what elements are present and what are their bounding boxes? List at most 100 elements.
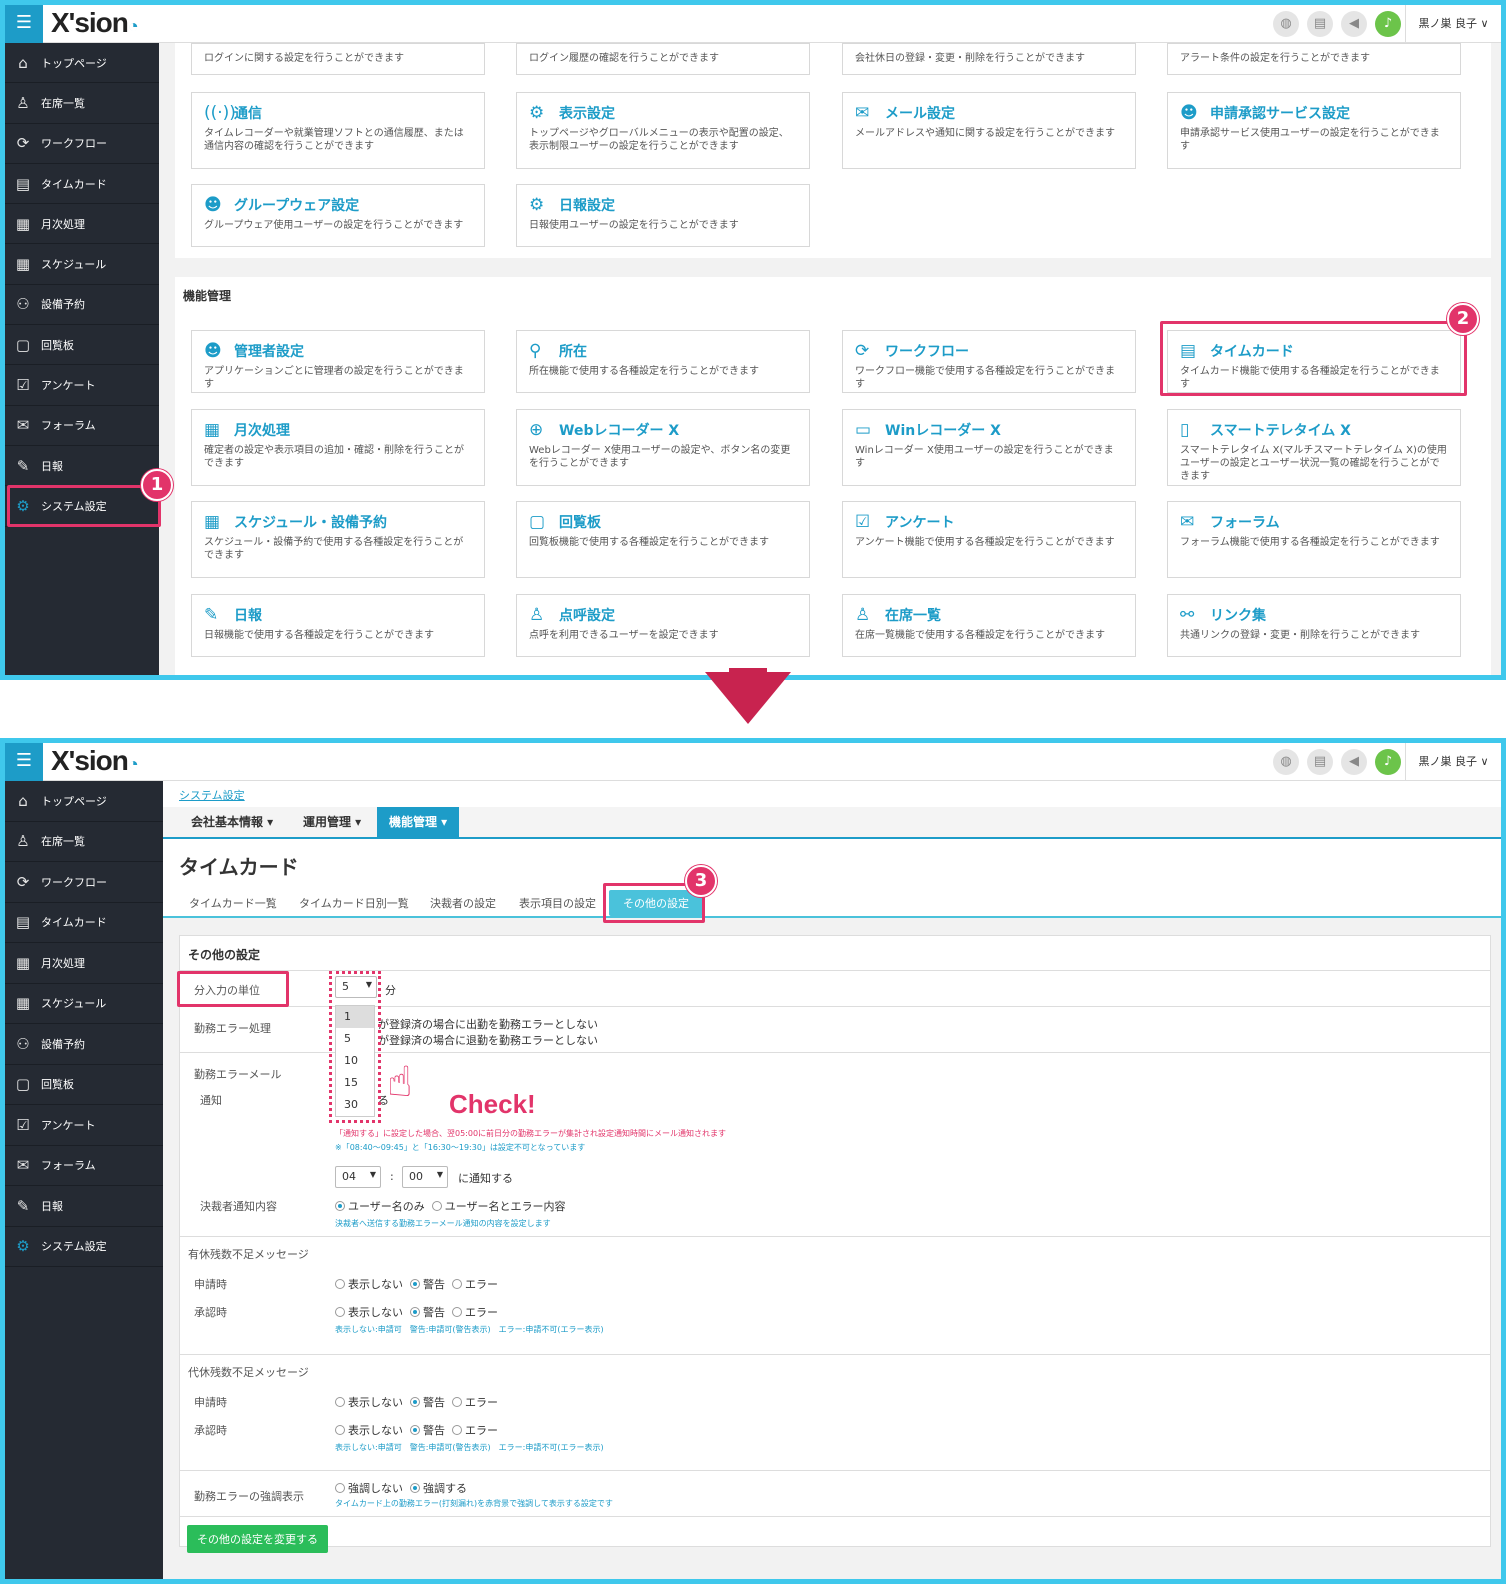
tab-approver[interactable]: 決裁者の設定 [430, 895, 496, 911]
sidebar-item[interactable]: ▢ 回覧板 [5, 1065, 163, 1105]
user-menu[interactable]: 黒ノ巣 良子 ∨ [1405, 5, 1501, 43]
sidebar-item[interactable]: ⟳ ワークフロー [5, 862, 163, 903]
bell-icon[interactable]: ♪ [1375, 749, 1401, 775]
sidebar-item[interactable]: ☑ アンケート [5, 1105, 163, 1146]
breadcrumb-link[interactable]: システム設定 [179, 789, 245, 802]
settings-card[interactable]: ▢ 回覧板 回覧板機能で使用する各種設定を行うことができます [516, 501, 810, 578]
card-title[interactable]: メール設定 [885, 103, 955, 123]
sidebar-item[interactable]: ⚇ 設備予約 [5, 285, 159, 326]
radio-error[interactable] [452, 1425, 462, 1435]
card-title[interactable]: リンク集 [1210, 605, 1266, 625]
settings-card[interactable]: ((·)) 通信 タイムレコーダーや就業管理ソフトとの通信履歴、または通信内容の確認… [191, 92, 485, 169]
sidebar-item[interactable]: ▦ スケジュール [5, 244, 159, 285]
card-title[interactable]: 通信 [234, 103, 262, 123]
card-title[interactable]: ワークフロー [885, 341, 969, 361]
settings-card[interactable]: ▦ 月次処理 確定者の設定や表示項目の追加・確認・削除を行うことができます [191, 409, 485, 486]
card-title[interactable]: 管理者設定 [234, 341, 304, 361]
sidebar-item[interactable]: ✎ 日報 [5, 1186, 163, 1227]
radio-warn[interactable] [410, 1397, 420, 1407]
bell-icon[interactable]: ♪ [1375, 11, 1401, 37]
card-title[interactable]: 申請承認サービス設定 [1210, 103, 1350, 123]
sidebar-item[interactable]: ▤ タイムカード [5, 903, 163, 943]
settings-card[interactable]: ☻ 申請承認サービス設定 申請承認サービス使用ユーザーの設定を行うことができます [1167, 92, 1461, 169]
sidebar-item[interactable]: ▤ タイムカード [5, 164, 159, 205]
card-title[interactable]: 表示設定 [559, 103, 615, 123]
tab-timecard-daily[interactable]: タイムカード日別一覧 [299, 895, 409, 911]
radio-error[interactable] [452, 1307, 462, 1317]
sidebar-item[interactable]: ▦ 月次処理 [5, 943, 163, 984]
card-title[interactable]: 所在 [559, 341, 587, 361]
card-partial[interactable]: ログインに関する設定を行うことができます [191, 43, 485, 75]
settings-card[interactable]: ♙ 在席一覧 在席一覧機能で使用する各種設定を行うことができます [842, 594, 1136, 657]
settings-card[interactable]: ✉ フォーラム フォーラム機能で使用する各種設定を行うことができます [1167, 501, 1461, 578]
radio-warn[interactable] [410, 1307, 420, 1317]
hour-select[interactable]: 04 ▼ [335, 1166, 381, 1188]
megaphone-icon[interactable]: ◀ [1341, 749, 1367, 775]
settings-card[interactable]: ⟳ ワークフロー ワークフロー機能で使用する各種設定を行うことができます [842, 330, 1136, 393]
card-title[interactable]: 日報設定 [559, 195, 615, 215]
radio-error[interactable] [452, 1279, 462, 1289]
sidebar-item[interactable]: ⟳ ワークフロー [5, 124, 159, 164]
menu-toggle-icon[interactable]: ☰ [5, 743, 43, 781]
sidebar-item[interactable]: ♙ 在席一覧 [5, 822, 163, 862]
radio-warn[interactable] [410, 1279, 420, 1289]
card-title[interactable]: Winレコーダー X [885, 420, 1001, 440]
card-title[interactable]: Webレコーダー X [559, 420, 679, 440]
app-logo[interactable]: X'sion◔ [51, 7, 139, 39]
card-title[interactable]: アンケート [885, 512, 954, 532]
radio-hide[interactable] [335, 1279, 345, 1289]
settings-card[interactable]: ▯ スマートテレタイム X スマートテレタイム X(マルチスマートテレタイム X)の… [1167, 409, 1461, 486]
card-partial[interactable]: ログイン履歴の確認を行うことができます [516, 43, 810, 75]
nav-function[interactable]: 機能管理 ▾ [377, 807, 460, 837]
settings-card[interactable]: ⊕ Webレコーダー X Webレコーダー X使用ユーザーの設定や、ボタン名の変更を… [516, 409, 810, 486]
notepad-icon[interactable]: ▤ [1307, 11, 1333, 37]
settings-card[interactable]: ⚲ 所在 所在機能で使用する各種設定を行うことができます [516, 330, 810, 393]
sidebar-item[interactable]: ♙ 在席一覧 [5, 83, 159, 124]
card-title[interactable]: フォーラム [1210, 512, 1280, 532]
submit-button[interactable]: その他の設定を変更する [187, 1525, 328, 1553]
radio-user-only[interactable] [335, 1201, 345, 1211]
globe-icon[interactable]: ◍ [1273, 749, 1299, 775]
card-title[interactable]: 日報 [234, 605, 262, 625]
card-title[interactable]: 在席一覧 [885, 605, 941, 625]
radio-error[interactable] [452, 1397, 462, 1407]
radio-user-error[interactable] [431, 1201, 442, 1211]
menu-toggle-icon[interactable]: ☰ [5, 5, 43, 43]
tab-timecard-list[interactable]: タイムカード一覧 [189, 895, 277, 911]
settings-card[interactable]: ✉ メール設定 メールアドレスや通知に関する設定を行うことができます [842, 92, 1136, 169]
card-title[interactable]: スマートテレタイム X [1210, 420, 1351, 440]
nav-company-info[interactable]: 会社基本情報 ▾ [179, 807, 285, 837]
radio-warn[interactable] [410, 1425, 420, 1435]
radio-hide[interactable] [335, 1425, 345, 1435]
settings-card[interactable]: ♙ 点呼設定 点呼を利用できるユーザーを設定できます [516, 594, 810, 657]
sidebar-item[interactable]: ⌂ トップページ [5, 43, 159, 84]
nav-operation[interactable]: 運用管理 ▾ [291, 807, 373, 837]
sidebar-item[interactable]: ▢ 回覧板 [5, 325, 159, 366]
card-partial[interactable]: 会社休日の登録・変更・削除を行うことができます [842, 43, 1136, 75]
settings-card[interactable]: ⚯ リンク集 共通リンクの登録・変更・削除を行うことができます [1167, 594, 1461, 657]
sidebar-item[interactable]: ▦ スケジュール [5, 984, 163, 1024]
settings-card[interactable]: ☻ 管理者設定 アプリケーションごとに管理者の設定を行うことができます [191, 330, 485, 393]
sidebar-item[interactable]: ▦ 月次処理 [5, 204, 159, 245]
sidebar-item[interactable]: ⌂ トップページ [5, 781, 163, 822]
megaphone-icon[interactable]: ◀ [1341, 11, 1367, 37]
radio-hide[interactable] [335, 1307, 345, 1317]
sidebar-item[interactable]: ✎ 日報 [5, 446, 159, 487]
globe-icon[interactable]: ◍ [1273, 11, 1299, 37]
settings-card[interactable]: ▦ スケジュール・設備予約 スケジュール・設備予約で使用する各種設定を行うことができ… [191, 501, 485, 578]
settings-card[interactable]: ☑ アンケート アンケート機能で使用する各種設定を行うことができます [842, 501, 1136, 578]
user-menu[interactable]: 黒ノ巣 良子 ∨ [1405, 743, 1501, 781]
sidebar-item[interactable]: ⚙ システム設定 [5, 1227, 163, 1267]
sidebar-item[interactable]: ✉ フォーラム [5, 406, 159, 446]
notepad-icon[interactable]: ▤ [1307, 749, 1333, 775]
settings-card[interactable]: ☻ グループウェア設定 グループウェア使用ユーザーの設定を行うことができます [191, 184, 485, 247]
sidebar-item[interactable]: ✉ フォーラム [5, 1146, 163, 1186]
card-title[interactable]: スケジュール・設備予約 [234, 512, 387, 532]
settings-card[interactable]: ⚙ 日報設定 日報使用ユーザーの設定を行うことができます [516, 184, 810, 247]
card-title[interactable]: グループウェア設定 [234, 195, 359, 215]
card-title[interactable]: 点呼設定 [559, 605, 615, 625]
settings-card[interactable]: ⚙ 表示設定 トップページやグローバルメニューの表示や配置の設定、表示制限ユーザーの… [516, 92, 810, 169]
app-logo[interactable]: X'sion◔ [51, 745, 139, 777]
sidebar-item[interactable]: ☑ アンケート [5, 365, 159, 406]
settings-card[interactable]: ✎ 日報 日報機能で使用する各種設定を行うことができます [191, 594, 485, 657]
